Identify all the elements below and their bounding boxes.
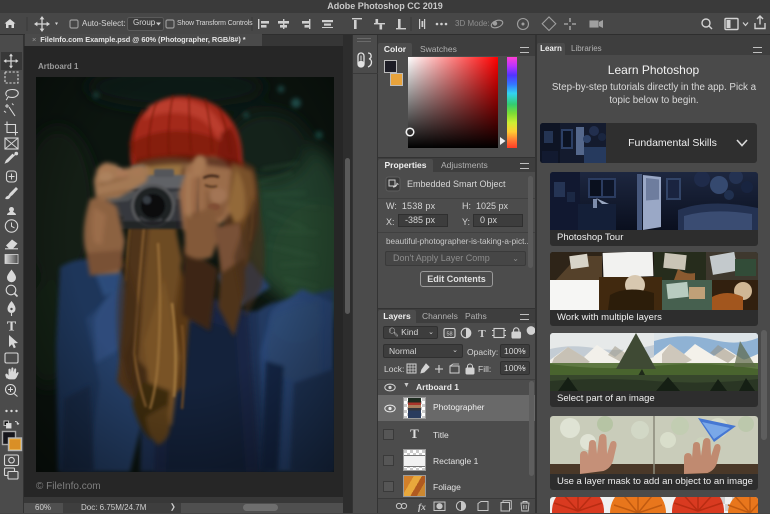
svg-text:T: T — [7, 320, 17, 335]
svg-text:fx: fx — [418, 503, 426, 513]
svg-text:58: 58 — [446, 332, 452, 338]
svg-text:T: T — [478, 328, 486, 340]
